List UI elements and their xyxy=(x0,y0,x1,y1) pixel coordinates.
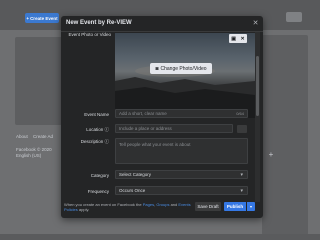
background-language: English (US) xyxy=(16,153,42,158)
description-label: Description ⓘ xyxy=(80,139,110,144)
modal-scrollbar-thumb[interactable] xyxy=(256,56,259,116)
camera-icon: ◙ xyxy=(155,65,159,72)
background-link-create-ad: Create Ad xyxy=(33,134,54,139)
category-select[interactable]: Select Category ▾ xyxy=(115,170,248,179)
event-photo-label: Event Photo or Video xyxy=(68,32,111,37)
change-photo-button[interactable]: ◙ Change Photo/Video xyxy=(150,63,212,74)
background-left-pane xyxy=(15,37,62,125)
close-icon[interactable]: ✕ xyxy=(251,19,260,28)
photo-landscape xyxy=(115,65,255,118)
change-photo-label: Change Photo/Video xyxy=(160,65,207,72)
crop-icon[interactable]: ▣ xyxy=(231,36,236,42)
create-event-button[interactable]: + Create Event xyxy=(25,13,59,23)
pages-link[interactable]: Pages xyxy=(143,202,154,207)
settings-icon[interactable] xyxy=(286,12,302,22)
location-placeholder: Include a place or address xyxy=(119,126,172,131)
info-icon: ⓘ xyxy=(104,139,110,144)
chevron-down-icon[interactable]: ▾ xyxy=(247,202,255,211)
event-name-input[interactable]: Add a short, clear name 0/64 xyxy=(115,109,248,118)
photo-tools: ▣ ✕ xyxy=(229,34,247,43)
description-input[interactable]: Tell people what your event is about xyxy=(115,138,248,164)
frequency-label: Frequency xyxy=(87,189,109,194)
description-placeholder: Tell people what your event is about xyxy=(119,142,191,147)
chevron-down-icon: ▾ xyxy=(240,187,243,194)
event-name-placeholder: Add a short, clear name xyxy=(119,111,167,116)
category-label: Category xyxy=(90,173,109,178)
publish-button[interactable]: Publish xyxy=(224,202,246,211)
location-label: Location ⓘ xyxy=(86,127,110,132)
event-name-char-count: 0/64 xyxy=(236,111,244,116)
groups-link[interactable]: Groups xyxy=(156,202,169,207)
frequency-value: Occurs Once xyxy=(119,188,146,193)
info-icon: ⓘ xyxy=(104,127,110,132)
close-icon[interactable]: ✕ xyxy=(241,36,245,42)
save-draft-button[interactable]: Save Draft xyxy=(195,202,221,211)
frequency-select[interactable]: Occurs Once ▾ xyxy=(115,186,248,195)
background-right-pane xyxy=(262,35,308,235)
category-value: Select Category xyxy=(119,172,152,177)
chevron-down-icon: ▾ xyxy=(240,171,243,178)
plus-icon: + xyxy=(26,15,30,21)
event-name-label: Event Name xyxy=(84,112,109,117)
background-link-about: About xyxy=(16,134,28,139)
bottom-bar xyxy=(0,234,320,240)
background-copyright: Facebook © 2020 xyxy=(16,147,52,152)
location-map-button[interactable] xyxy=(237,125,247,133)
event-photo xyxy=(115,33,255,118)
modal-title: New Event by Re-VIEW xyxy=(66,20,132,26)
plus-icon: + xyxy=(268,150,274,159)
modal-header: New Event by Re-VIEW ✕ xyxy=(61,16,263,32)
create-event-label: Create Event xyxy=(30,15,58,21)
footer-notice: When you create an event on Facebook the… xyxy=(64,202,191,212)
location-input[interactable]: Include a place or address xyxy=(115,124,233,133)
new-event-modal: New Event by Re-VIEW ✕ Event Photo or Vi… xyxy=(61,16,263,218)
